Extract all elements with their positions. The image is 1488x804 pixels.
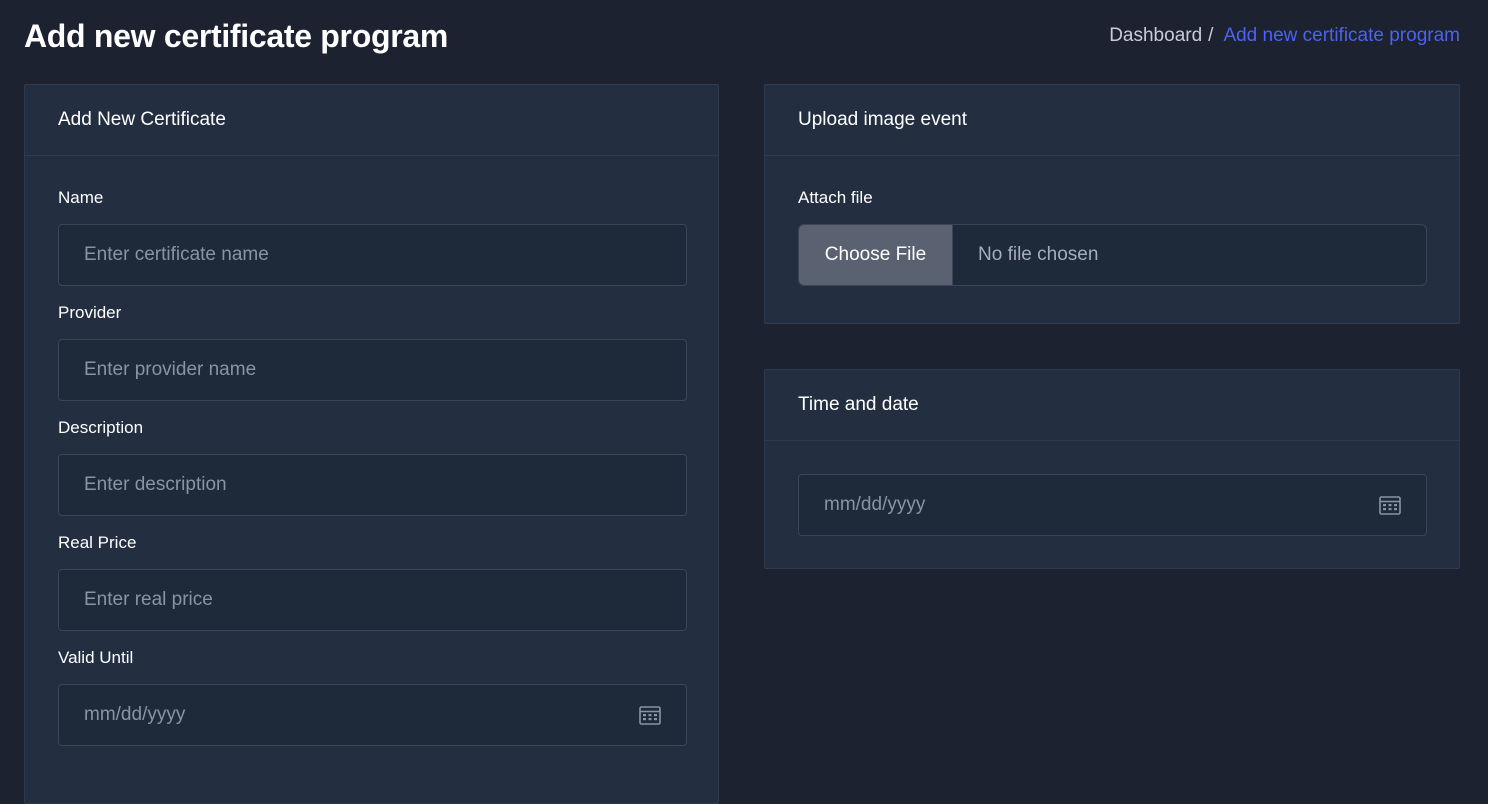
breadcrumb: Dashboard / Add new certificate program xyxy=(1109,25,1460,47)
page-header: Add new certificate program Dashboard / … xyxy=(24,14,1460,58)
description-input[interactable] xyxy=(58,454,687,516)
page-title: Add new certificate program xyxy=(24,17,448,54)
name-label: Name xyxy=(58,188,104,207)
calendar-icon[interactable] xyxy=(639,705,661,725)
attach-file-label: Attach file xyxy=(798,188,873,207)
description-label: Description xyxy=(58,418,144,437)
real-price-input[interactable] xyxy=(58,569,687,631)
breadcrumb-dashboard-link[interactable]: Dashboard xyxy=(1109,25,1202,47)
time-and-date-body xyxy=(765,441,1459,536)
valid-until-label: Valid Until xyxy=(58,648,134,667)
calendar-icon[interactable] xyxy=(1379,495,1401,515)
description-field-group: Description xyxy=(58,418,687,516)
add-certificate-card-title: Add New Certificate xyxy=(25,85,718,156)
event-date-picker xyxy=(798,474,1427,536)
valid-until-input[interactable] xyxy=(58,684,687,746)
valid-until-field-group: Valid Until xyxy=(58,648,687,746)
choose-file-button[interactable]: Choose File xyxy=(799,225,953,285)
add-certificate-form: Name Provider Description Real Price Val… xyxy=(25,156,718,746)
provider-field-group: Provider xyxy=(58,303,687,401)
upload-image-body: Attach file Choose File No file chosen xyxy=(765,156,1459,286)
valid-until-date-picker xyxy=(58,684,687,746)
file-status-text: No file chosen xyxy=(978,244,1099,265)
name-field-group: Name xyxy=(58,188,687,286)
upload-image-card-title: Upload image event xyxy=(765,85,1459,156)
event-date-input[interactable] xyxy=(798,474,1427,536)
real-price-field-group: Real Price xyxy=(58,533,687,631)
upload-image-card: Upload image event Attach file Choose Fi… xyxy=(764,84,1460,324)
time-and-date-card-title: Time and date xyxy=(765,370,1459,441)
name-input[interactable] xyxy=(58,224,687,286)
provider-label: Provider xyxy=(58,303,122,322)
real-price-label: Real Price xyxy=(58,533,137,552)
breadcrumb-current: Add new certificate program xyxy=(1223,25,1460,46)
add-certificate-card: Add New Certificate Name Provider Descri… xyxy=(24,84,719,804)
provider-input[interactable] xyxy=(58,339,687,401)
time-and-date-card: Time and date xyxy=(764,369,1460,569)
file-input[interactable]: Choose File No file chosen xyxy=(798,224,1427,286)
breadcrumb-separator: / xyxy=(1208,25,1214,46)
